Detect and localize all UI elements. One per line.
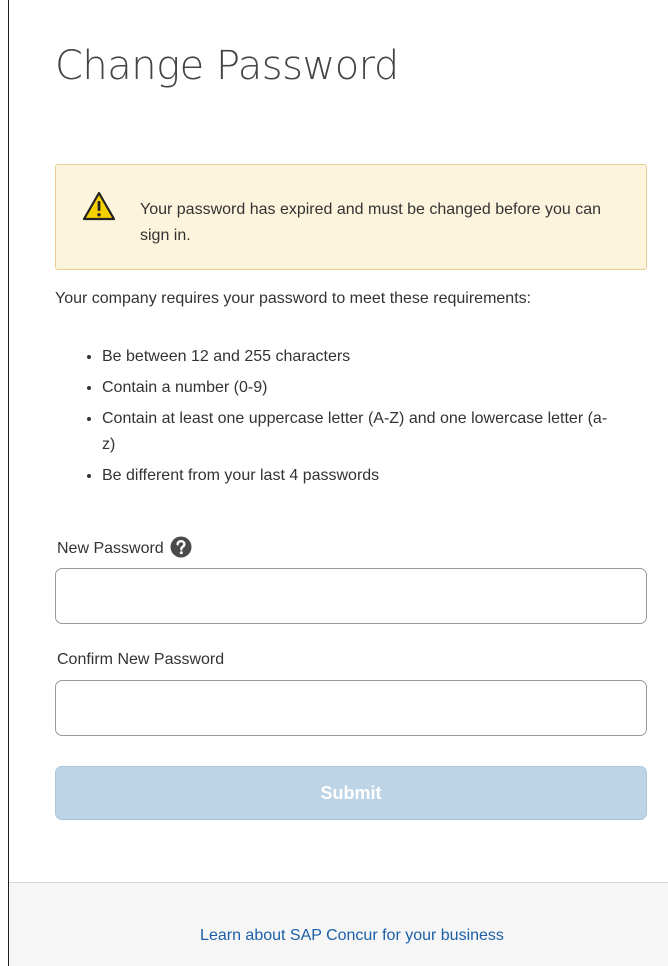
new-password-input[interactable] [55,568,647,624]
requirement-item: Be different from your last 4 passwords [102,463,615,489]
learn-about-sap-concur-link[interactable]: Learn about SAP Concur for your business [9,925,668,947]
requirement-item: Contain at least one uppercase letter (A… [102,406,615,458]
requirement-item: Contain a number (0-9) [102,375,615,401]
footer: Learn about SAP Concur for your business [9,882,668,966]
submit-button[interactable]: Submit [55,766,647,820]
alert-message: Your password has expired and must be ch… [140,201,602,244]
question-circle-icon[interactable] [170,536,192,558]
expired-password-alert: Your password has expired and must be ch… [55,164,647,270]
confirm-password-label: Confirm New Password [57,651,225,668]
new-password-label: New Password [57,540,164,557]
requirements-intro: Your company requires your password to m… [55,290,532,307]
requirement-item: Be between 12 and 255 characters [102,344,615,370]
warning-icon [82,191,116,221]
new-password-label-row: New Password [57,536,192,559]
requirements-list: Be between 12 and 255 characters Contain… [55,344,615,494]
page-title: Change Password [55,43,399,89]
confirm-password-input[interactable] [55,680,647,736]
change-password-panel: Change Password Your password has expire… [8,0,668,966]
